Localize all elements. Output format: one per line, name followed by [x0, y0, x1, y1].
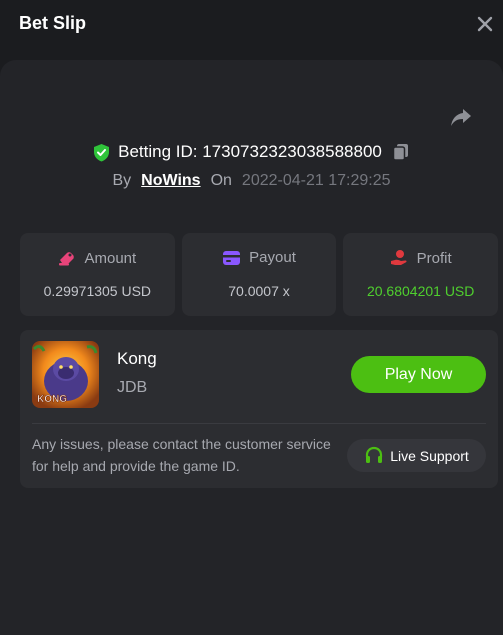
on-label: On [210, 172, 232, 189]
stat-amount: Amount 0.29971305 USD [20, 233, 175, 316]
game-provider: JDB [117, 379, 148, 396]
profit-icon [390, 250, 407, 265]
game-thumbnail[interactable]: KONG [32, 341, 99, 408]
by-label: By [112, 172, 132, 189]
play-now-button[interactable]: Play Now [351, 356, 486, 393]
stat-label: Amount [84, 249, 137, 267]
amount-icon [59, 252, 75, 266]
thumb-logo-text: KONG [37, 394, 67, 405]
stats-row: Amount 0.29971305 USD Payout 70.0007 x P… [20, 233, 499, 316]
bet-meta-row: By NoWins On 2022-04-21 17:29:25 [0, 171, 503, 191]
bet-datetime: 2022-04-21 17:29:25 [241, 172, 391, 189]
copy-icon[interactable] [392, 143, 410, 161]
stat-label: Profit [416, 249, 452, 267]
support-notice: Any issues, please contact the customer … [32, 436, 331, 474]
username-link[interactable]: NoWins [141, 172, 200, 190]
card-icon [223, 250, 241, 265]
betting-id: Betting ID: 1730732323038588800 [118, 142, 382, 161]
stat-value: 20.6804201 USD [366, 283, 475, 299]
kong-game-image: KONG [32, 341, 99, 408]
share-icon[interactable] [449, 105, 473, 129]
stat-value: 70.0007 x [228, 283, 290, 299]
page-title: Bet Slip [19, 13, 87, 33]
shield-check-icon [94, 143, 110, 161]
game-card: KONG Kong JDB Play Now Any issues, pleas… [20, 330, 498, 488]
divider [32, 423, 486, 424]
headset-icon [366, 446, 383, 463]
header: Bet Slip [0, 0, 503, 50]
close-icon[interactable] [474, 13, 496, 35]
game-name: Kong [117, 349, 157, 368]
stat-label: Payout [249, 249, 296, 266]
stat-value: 0.29971305 USD [43, 283, 152, 299]
live-support-label: Live Support [390, 447, 469, 464]
live-support-button[interactable]: Live Support [347, 439, 486, 472]
betting-id-row: Betting ID: 1730732323038588800 [0, 141, 503, 163]
stat-payout: Payout 70.0007 x [181, 233, 337, 316]
stat-profit: Profit 20.6804201 USD [343, 233, 499, 316]
